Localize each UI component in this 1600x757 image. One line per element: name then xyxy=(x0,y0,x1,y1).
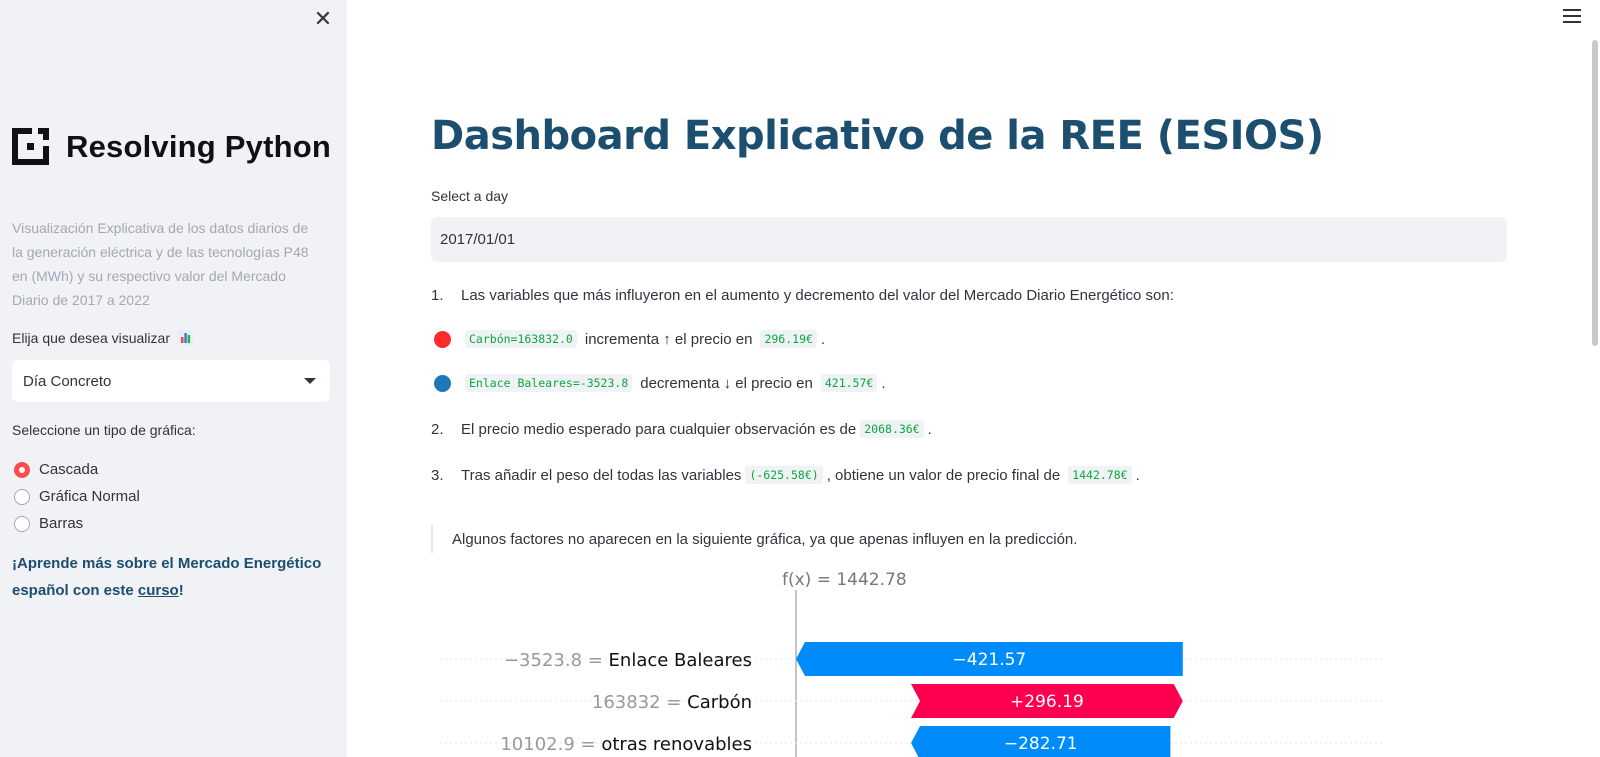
feature-label: 163832 = Carbón xyxy=(592,692,752,713)
logo: Resolving Python xyxy=(12,128,331,165)
variable-decrease-row: Enlace Baleares=-3523.8 decrementa ↓ el … xyxy=(431,374,886,392)
radio-selected-icon[interactable] xyxy=(14,461,30,478)
course-cta: ¡Aprende más sobre el Mercado Energético… xyxy=(12,555,322,599)
fx-label: f(x) = 1442.78 xyxy=(782,570,907,590)
logo-text: Resolving Python xyxy=(66,128,332,164)
chevron-down-icon xyxy=(304,378,316,384)
feature-label: −3523.8 = Enlace Baleares xyxy=(504,650,752,671)
radio-label: Barras xyxy=(39,515,84,532)
var1-value: 296.19€ xyxy=(760,330,817,348)
list-item: 3. Tras añadir el peso del todas las vari… xyxy=(431,466,1140,484)
bar-value-label: +296.19 xyxy=(1010,692,1084,712)
variable-increase-row: Carbón=163832.0 incrementa ↑ el precio e… xyxy=(431,330,825,348)
bar-value-label: −421.57 xyxy=(953,650,1027,670)
waterfall-chart: f(x) = 1442.78 −421.57 −3523.8 = Enlace Ba… xyxy=(440,570,1385,757)
var2-value: 421.57€ xyxy=(820,374,878,392)
logo-mark-icon xyxy=(12,128,49,165)
final-price-value: 1442.78€ xyxy=(1068,466,1132,484)
red-circle-icon xyxy=(434,330,451,348)
weight-value: (-625.58€) xyxy=(745,466,823,484)
var2-code: Enlace Baleares=-3523.8 xyxy=(465,374,633,392)
select-value: Día Concreto xyxy=(23,372,112,390)
chart-type-label: Seleccione un tipo de gráfica: xyxy=(12,422,196,438)
radio-grafica-normal[interactable]: Gráfica Normal xyxy=(14,483,140,510)
date-input[interactable] xyxy=(431,217,1507,262)
blue-circle-icon xyxy=(434,374,451,392)
chart-type-radio-group: Cascada Gráfica Normal Barras xyxy=(14,456,140,537)
radio-barras[interactable]: Barras xyxy=(14,510,140,537)
var1-code: Carbón=163832.0 xyxy=(465,330,577,348)
visualization-select[interactable]: Día Concreto xyxy=(12,360,330,402)
select-label: Elija que desea visualizar xyxy=(12,330,193,346)
list-item: 2. El precio medio esperado para cualquie… xyxy=(431,420,932,438)
mean-price-value: 2068.36€ xyxy=(860,420,924,438)
hamburger-menu-icon[interactable] xyxy=(1563,9,1581,23)
radio-unselected-icon[interactable] xyxy=(14,488,30,505)
radio-cascada[interactable]: Cascada xyxy=(14,456,140,483)
sidebar: ✕ Resolving Python Visualización Explica… xyxy=(0,0,347,757)
day-label: Select a day xyxy=(431,188,509,204)
info-note: Algunos factores no aparecen en la sigui… xyxy=(431,525,1077,553)
feature-label: 10102.9 = otras renovables xyxy=(500,734,752,755)
course-link[interactable]: curso xyxy=(138,582,179,599)
list-item: 1. Las variables que más influyeron en el… xyxy=(431,287,1174,304)
bar-chart-icon xyxy=(177,330,193,345)
radio-unselected-icon[interactable] xyxy=(14,515,30,532)
radio-label: Gráfica Normal xyxy=(39,488,140,505)
radio-label: Cascada xyxy=(39,461,99,478)
page-title: Dashboard Explicativo de la REE (ESIOS) xyxy=(431,113,1324,159)
sidebar-description: Visualización Explicativa de los datos d… xyxy=(12,220,309,308)
scrollbar[interactable] xyxy=(1592,40,1598,346)
close-icon[interactable]: ✕ xyxy=(313,8,333,30)
bar-value-label: −282.71 xyxy=(1004,734,1078,754)
